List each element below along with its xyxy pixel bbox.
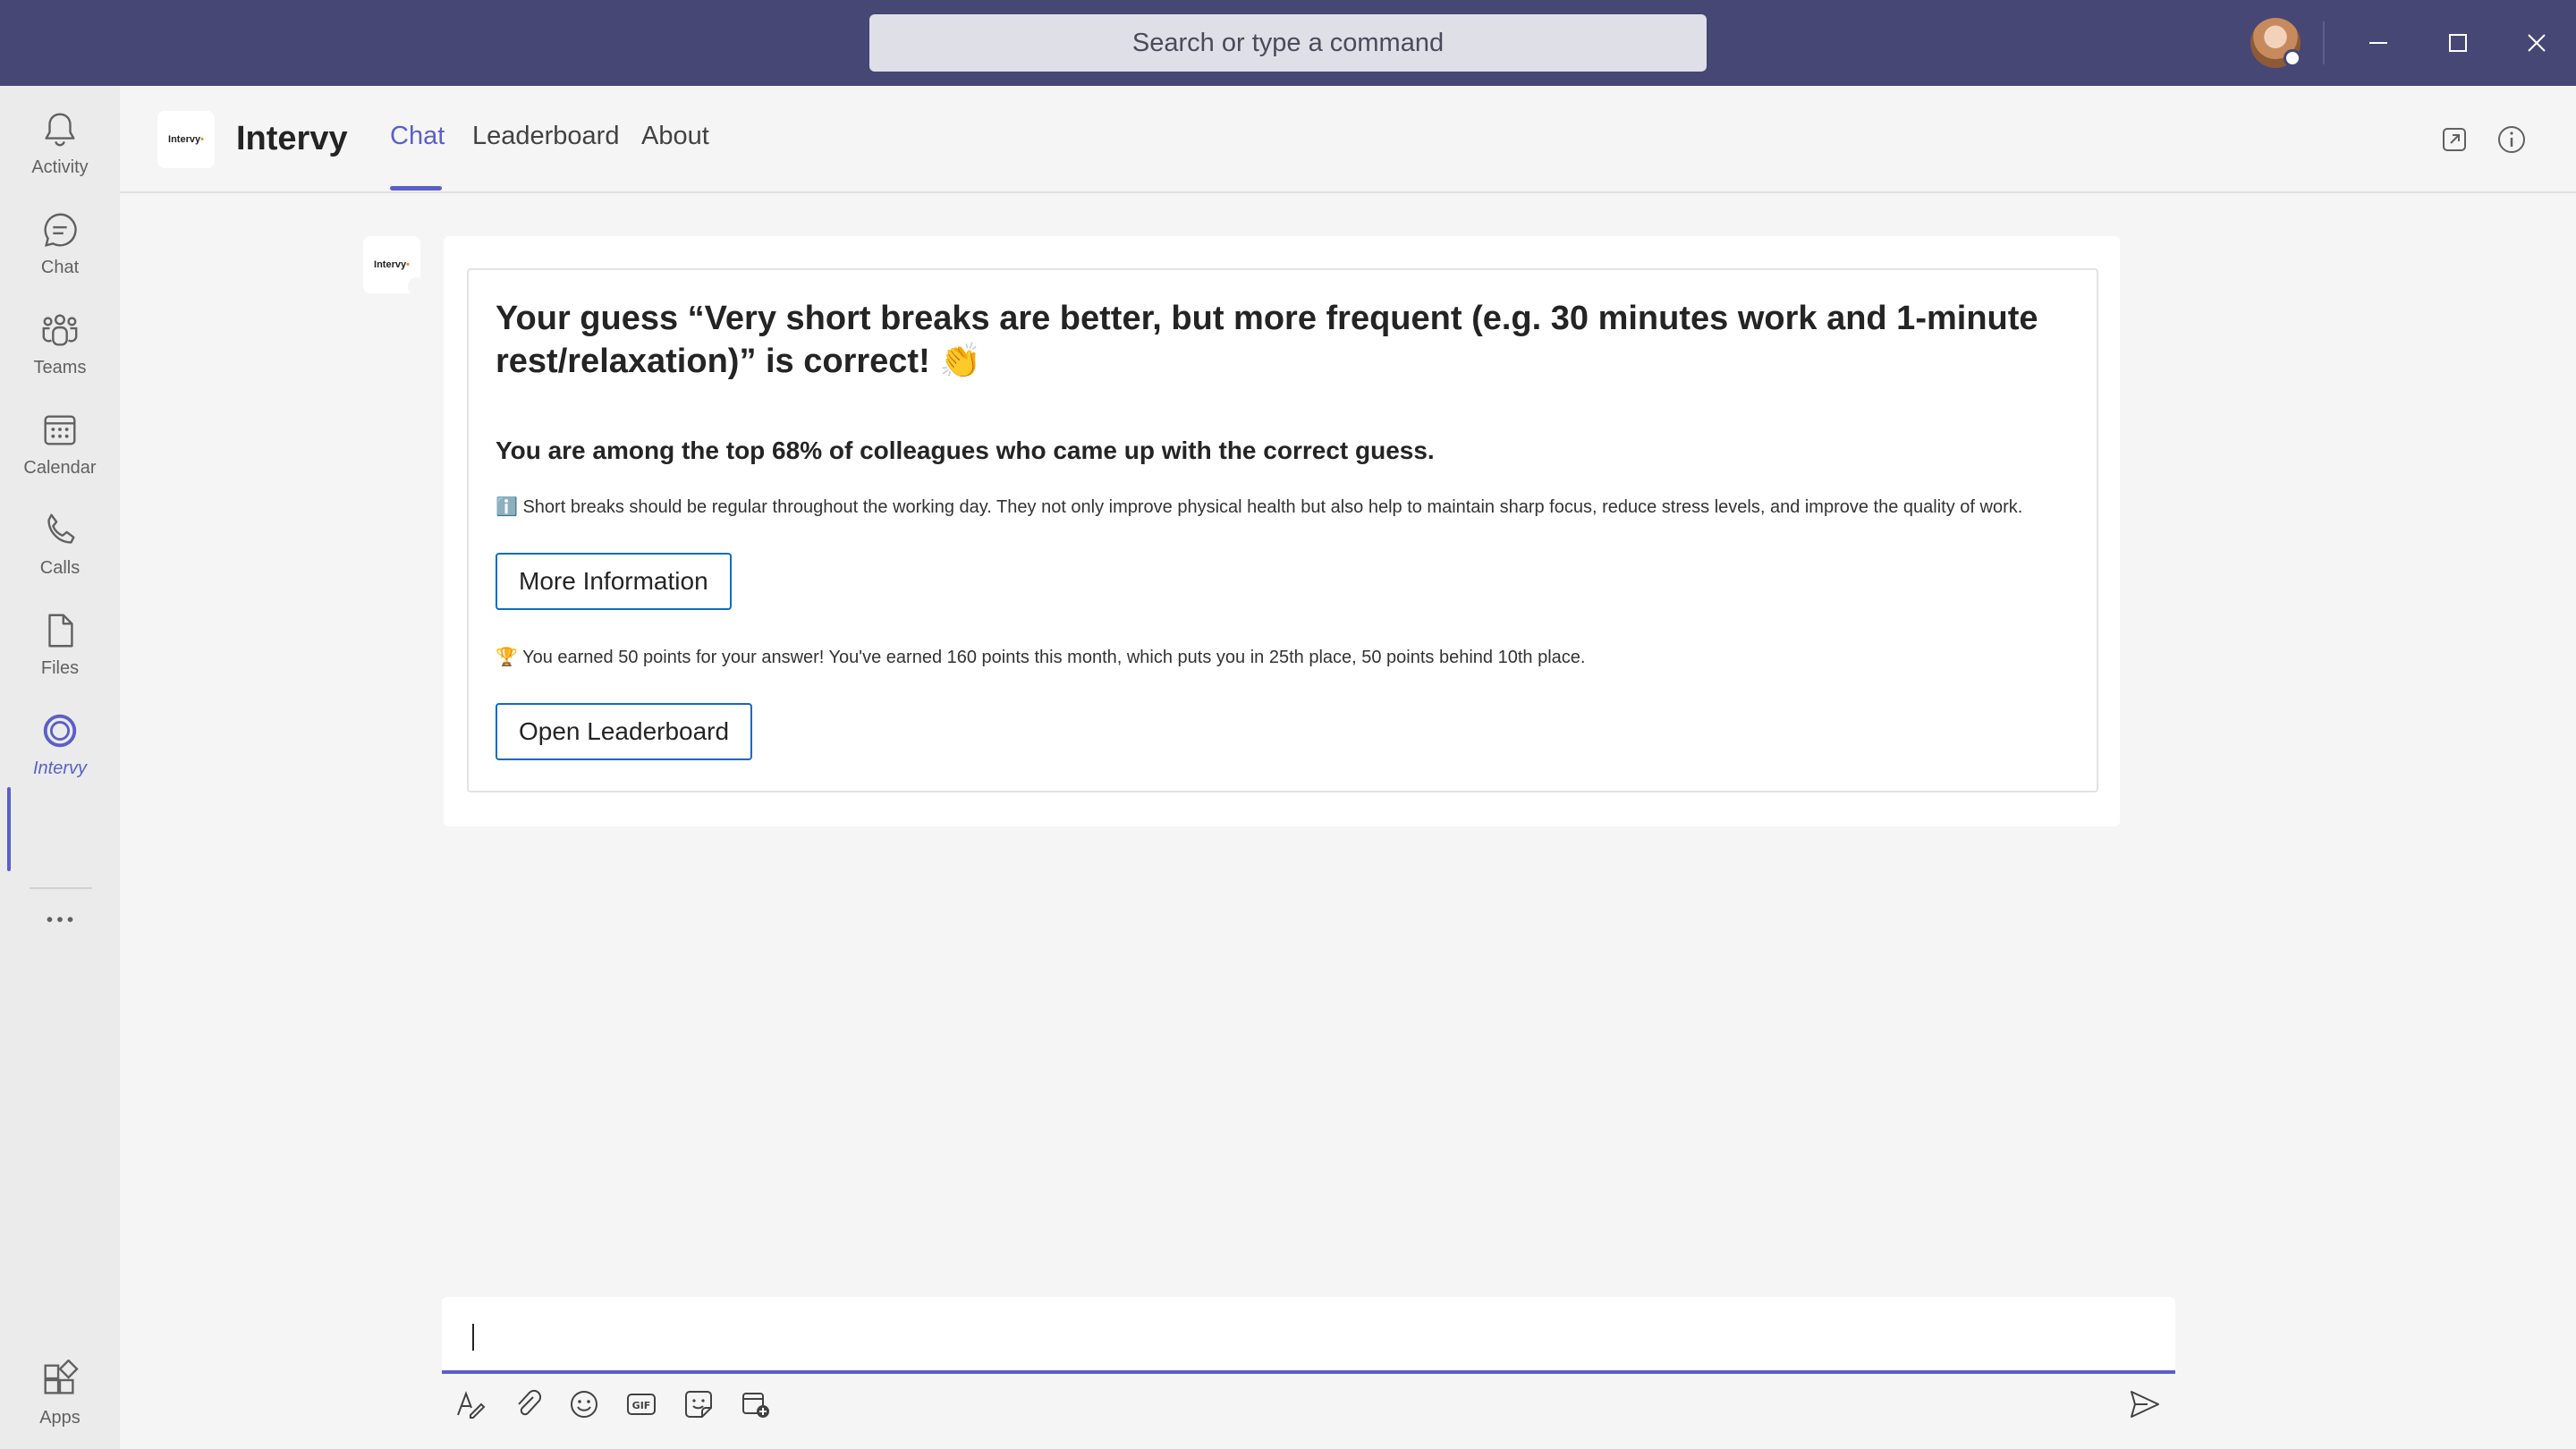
title-bar: Search or type a command bbox=[0, 0, 2576, 86]
rail-active-indicator bbox=[7, 787, 11, 871]
maximize-button[interactable] bbox=[2436, 21, 2479, 64]
card-subtitle: You are among the top 68% of colleagues … bbox=[496, 436, 1435, 464]
svg-text:GIF: GIF bbox=[632, 1400, 651, 1411]
text-caret bbox=[472, 1324, 474, 1351]
rail-label: Calls bbox=[39, 557, 80, 578]
card-points-text: 🏆 You earned 50 points for your answer! … bbox=[496, 648, 1586, 667]
title-bar-divider bbox=[2323, 21, 2325, 64]
send-icon bbox=[2131, 1391, 2159, 1418]
tab-leaderboard[interactable]: Leaderboard bbox=[472, 122, 619, 151]
rail-item-files[interactable]: Files bbox=[0, 594, 120, 694]
attach-button[interactable] bbox=[510, 1386, 546, 1422]
minimize-icon bbox=[2369, 42, 2387, 44]
rail-item-calendar[interactable]: Calendar bbox=[0, 394, 120, 494]
card-title: Your guess “Very short breaks are better… bbox=[496, 300, 2038, 380]
active-tab-indicator bbox=[390, 186, 442, 191]
rail-label: Intervy bbox=[32, 758, 88, 778]
more-icon bbox=[47, 917, 73, 922]
rail-item-teams[interactable]: Teams bbox=[0, 293, 120, 394]
phone-icon bbox=[47, 513, 75, 544]
app-header: Intervy • Intervy Chat Leaderboard About bbox=[120, 86, 2576, 193]
adaptive-card: Your guess “Very short breaks are better… bbox=[467, 268, 2098, 792]
minimize-button[interactable] bbox=[2357, 21, 2400, 64]
teams-icon bbox=[42, 314, 78, 345]
format-icon bbox=[457, 1391, 486, 1419]
presence-indicator bbox=[2284, 49, 2301, 67]
maximize-icon bbox=[2449, 34, 2467, 52]
gif-icon: GIF bbox=[627, 1394, 656, 1415]
chat-icon bbox=[44, 213, 77, 247]
rail-item-calls[interactable]: Calls bbox=[0, 494, 120, 594]
attach-icon bbox=[518, 1389, 542, 1416]
sticker-button[interactable] bbox=[681, 1386, 716, 1422]
sticker-icon bbox=[685, 1391, 712, 1418]
rail-label: Files bbox=[40, 657, 80, 678]
rail-label: Teams bbox=[33, 357, 87, 377]
rail-label: Apps bbox=[39, 1407, 80, 1428]
tab-about[interactable]: About bbox=[641, 122, 709, 151]
compose-box[interactable] bbox=[442, 1297, 2175, 1374]
open-leaderboard-button[interactable]: Open Leaderboard bbox=[496, 703, 753, 760]
search-box[interactable]: Search or type a command bbox=[869, 14, 1707, 72]
send-button[interactable] bbox=[2127, 1386, 2163, 1422]
rail-item-chat[interactable]: Chat bbox=[0, 193, 120, 293]
card-info-text: ℹ️ Short breaks should be regular throug… bbox=[496, 497, 2023, 517]
popout-button[interactable] bbox=[2436, 122, 2472, 157]
close-icon bbox=[2528, 34, 2546, 52]
file-icon bbox=[48, 614, 73, 647]
app-title: Intervy bbox=[236, 120, 348, 157]
rail-label: Chat bbox=[40, 257, 80, 277]
rail-item-activity[interactable]: Activity bbox=[0, 93, 120, 193]
apps-icon bbox=[44, 1359, 79, 1394]
more-information-button[interactable]: More Information bbox=[496, 553, 732, 610]
app-rail: Activity Chat Teams Calendar Calls Files… bbox=[0, 86, 120, 1449]
info-icon bbox=[2498, 126, 2525, 153]
bell-icon bbox=[45, 113, 75, 146]
gif-button[interactable]: GIF bbox=[623, 1386, 659, 1422]
format-button[interactable] bbox=[453, 1386, 488, 1422]
rail-label: Activity bbox=[31, 157, 89, 177]
app-logo: Intervy • bbox=[157, 111, 215, 168]
rail-divider bbox=[30, 887, 92, 889]
rail-item-intervy[interactable]: Intervy bbox=[0, 694, 120, 794]
more-apps-button[interactable] bbox=[0, 893, 120, 946]
schedule-meeting-button[interactable] bbox=[738, 1386, 774, 1422]
intervy-app-icon bbox=[43, 714, 77, 747]
calendar-icon bbox=[44, 414, 76, 445]
close-button[interactable] bbox=[2515, 21, 2558, 64]
info-button[interactable] bbox=[2494, 122, 2529, 157]
rail-label: Calendar bbox=[23, 457, 97, 478]
popout-icon bbox=[2443, 128, 2466, 151]
emoji-icon bbox=[571, 1391, 597, 1418]
schedule-meeting-icon bbox=[742, 1393, 769, 1418]
rail-item-apps[interactable]: Apps bbox=[0, 1343, 120, 1444]
emoji-button[interactable] bbox=[566, 1386, 602, 1422]
tab-chat[interactable]: Chat bbox=[390, 122, 445, 151]
bot-presence-indicator bbox=[408, 277, 426, 295]
